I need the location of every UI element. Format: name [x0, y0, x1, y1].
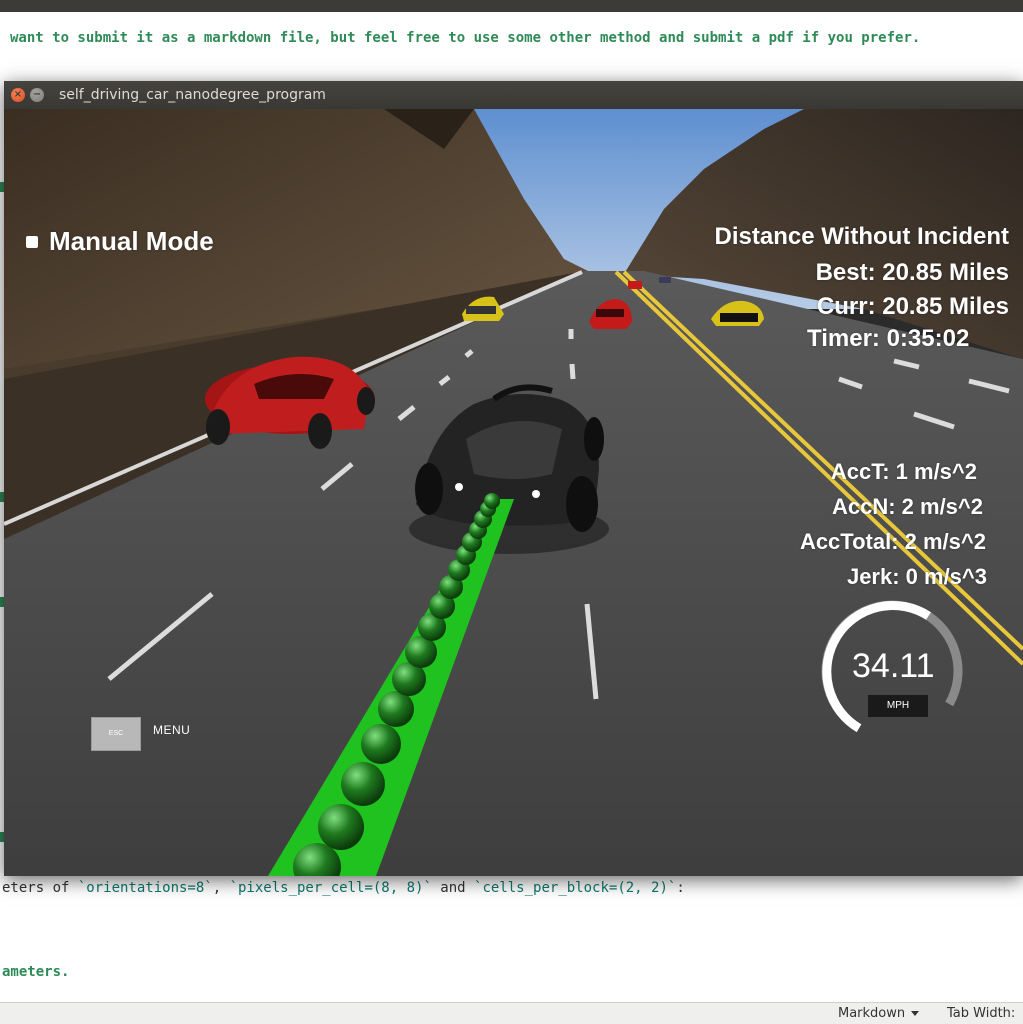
speedometer-unit: MPH — [868, 695, 928, 717]
acc-normal: AccN: 2 m/s^2 — [831, 494, 983, 519]
distant-car — [628, 281, 642, 289]
status-bar: Markdown Tab Width: — [0, 1002, 1023, 1024]
tab-width-selector[interactable]: Tab Width: — [947, 1006, 1015, 1021]
simulator-viewport[interactable]: Manual Mode Distance Without Incident Be… — [4, 109, 1023, 876]
best-distance: Best: 20.85 Miles — [815, 259, 1009, 286]
editor-line-params: eters of `orientations=8`, `pixels_per_c… — [2, 880, 685, 896]
jerk: Jerk: 0 m/s^3 — [846, 564, 987, 589]
minimize-icon[interactable]: − — [30, 88, 44, 102]
system-top-bar — [0, 0, 1023, 12]
simulator-window[interactable]: × − self_driving_car_nanodegree_program — [4, 81, 1023, 876]
timer: Timer: 0:35:02 — [807, 325, 970, 352]
window-titlebar[interactable]: × − self_driving_car_nanodegree_program — [4, 81, 1023, 109]
current-distance: Curr: 20.85 Miles — [816, 293, 1009, 320]
editor-line-intro: want to submit it as a markdown file, bu… — [10, 30, 921, 46]
window-title: self_driving_car_nanodegree_program — [59, 87, 326, 103]
chevron-down-icon — [911, 1011, 920, 1016]
speedometer-value: 34.11 — [852, 647, 935, 685]
driving-mode-label: Manual Mode — [49, 226, 214, 256]
acc-tangential: AccT: 1 m/s^2 — [830, 459, 977, 484]
mode-indicator — [26, 236, 38, 248]
distance-title: Distance Without Incident — [714, 223, 1009, 250]
close-icon[interactable]: × — [11, 88, 25, 102]
esc-key-button[interactable]: ESC — [91, 717, 141, 751]
editor-line-parameters: ameters. — [2, 964, 70, 980]
menu-button[interactable]: MENU — [153, 723, 190, 737]
distant-car — [659, 277, 671, 283]
language-mode-selector[interactable]: Markdown — [838, 1006, 920, 1021]
acc-total: AccTotal: 2 m/s^2 — [799, 529, 986, 554]
